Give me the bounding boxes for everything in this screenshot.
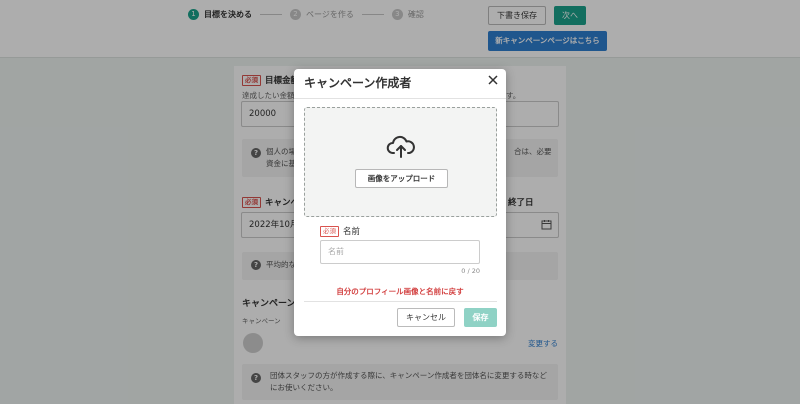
name-field-label: 必須 名前 <box>320 225 360 237</box>
name-label-text: 名前 <box>343 227 361 237</box>
campaign-creator-modal: キャンペーン作成者 画像をアップロード 必須 名前 名前 0 / 20 自分のプロ… <box>294 69 506 336</box>
modal-header-divider <box>294 98 506 99</box>
upload-image-button[interactable]: 画像をアップロード <box>355 169 448 188</box>
required-badge: 必須 <box>320 226 339 237</box>
image-dropzone[interactable]: 画像をアップロード <box>304 107 497 217</box>
name-input[interactable]: 名前 <box>320 240 480 264</box>
cancel-button[interactable]: キャンセル <box>397 308 455 327</box>
save-button[interactable]: 保存 <box>464 308 497 327</box>
modal-footer-divider <box>304 301 497 302</box>
modal-title: キャンペーン作成者 <box>304 76 412 90</box>
name-char-count: 0 / 20 <box>461 267 480 275</box>
cloud-upload-icon <box>386 135 415 158</box>
close-icon[interactable] <box>486 73 500 87</box>
reset-profile-link[interactable]: 自分のプロフィール画像と名前に戻す <box>294 286 506 297</box>
